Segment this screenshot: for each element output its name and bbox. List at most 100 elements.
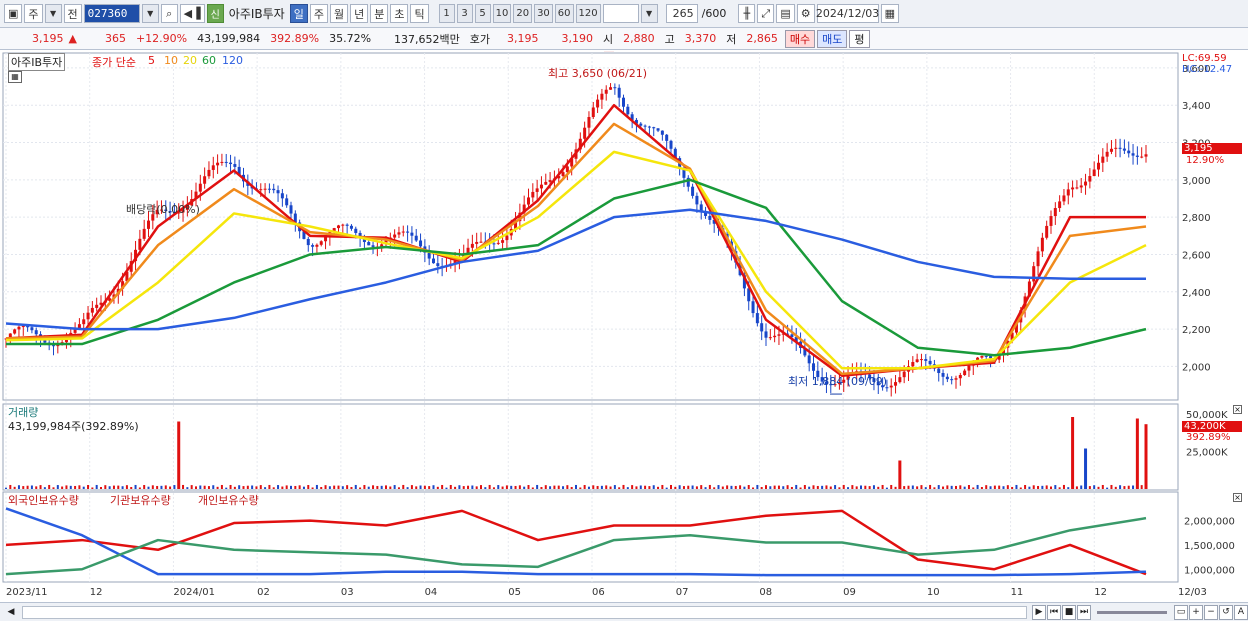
- font-icon[interactable]: A: [1234, 604, 1248, 620]
- legend-retail[interactable]: 개인보유수량: [198, 492, 259, 508]
- legend-ma5[interactable]: 5: [148, 54, 155, 67]
- volume-bar: [26, 485, 29, 489]
- calendar-icon[interactable]: ▦: [880, 4, 900, 23]
- line-tool-icon[interactable]: ⤢: [757, 4, 775, 23]
- prev-button[interactable]: 전: [63, 4, 82, 23]
- candle-body: [695, 195, 699, 205]
- legend-stock-name[interactable]: 아주IB투자: [8, 53, 66, 71]
- volume-tick-label: 50,000K: [1186, 410, 1228, 421]
- holding-tick-label: 1,000,000: [1184, 565, 1235, 576]
- time-tick-label: 05: [508, 587, 521, 598]
- chevron-down-icon[interactable]: ▼: [44, 4, 62, 23]
- trade-amount: 137,652백만: [394, 32, 460, 46]
- sell-button[interactable]: 매도: [817, 29, 848, 48]
- volume-bar: [1067, 487, 1070, 489]
- volume-bar: [743, 486, 746, 489]
- legend-inst[interactable]: 기관보유수량: [110, 492, 171, 508]
- eval-button[interactable]: 평: [849, 29, 870, 48]
- time-tick-label: 09: [843, 587, 856, 598]
- zoom-out-icon[interactable]: −: [1204, 604, 1218, 620]
- volume-bar: [207, 486, 210, 489]
- interval-1[interactable]: 1: [438, 4, 455, 23]
- chart-area[interactable]: 2,0002,2002,4002,6002,8003,0003,2003,400…: [0, 51, 1248, 602]
- interval-60[interactable]: 60: [554, 4, 574, 23]
- search-icon[interactable]: ⌕: [160, 4, 178, 23]
- candle-type-icon[interactable]: ╫: [738, 4, 756, 23]
- interval-3[interactable]: 3: [456, 4, 473, 23]
- period-month[interactable]: 월: [329, 4, 349, 23]
- speaker-icon[interactable]: ◀▐: [179, 4, 205, 23]
- period-week[interactable]: 주: [309, 4, 328, 23]
- interval-30[interactable]: 30: [534, 4, 553, 23]
- candle-body: [600, 93, 604, 100]
- zoom-in-icon[interactable]: +: [1189, 604, 1203, 620]
- price-tick-label: 3,400: [1182, 101, 1211, 112]
- legend-ma10[interactable]: 10: [164, 54, 178, 67]
- reset-icon[interactable]: ↺: [1219, 604, 1233, 620]
- legend-ma120[interactable]: 120: [222, 54, 243, 67]
- period-second[interactable]: 초: [390, 4, 409, 23]
- horizontal-scrollbar[interactable]: [22, 605, 1027, 619]
- volume-bar: [907, 485, 910, 489]
- last-icon[interactable]: ⏭: [1077, 604, 1091, 620]
- code-dropdown-icon[interactable]: ▼: [141, 4, 159, 23]
- table-icon[interactable]: ▦: [8, 71, 22, 83]
- period-day[interactable]: 일: [289, 4, 308, 23]
- volume-bar: [410, 485, 413, 489]
- volume-bar: [264, 487, 267, 489]
- volume-bar: [1097, 486, 1100, 489]
- turnover-pct: 35.72%: [329, 32, 372, 45]
- date-input[interactable]: 2024/12/03: [816, 4, 879, 23]
- legend-foreign[interactable]: 외국인보유수량: [8, 492, 79, 508]
- stop-icon[interactable]: ■: [1062, 604, 1076, 620]
- save-icon[interactable]: ▤: [776, 4, 795, 23]
- count-input[interactable]: 265: [665, 4, 698, 23]
- interval-5[interactable]: 5: [474, 4, 491, 23]
- zoom-rect-icon[interactable]: ▭: [1174, 604, 1188, 620]
- candle-body: [622, 97, 625, 107]
- interval-120[interactable]: 120: [575, 4, 601, 23]
- volume-bar: [1123, 486, 1126, 489]
- zoom-slider[interactable]: [1097, 610, 1167, 614]
- volume-bar: [436, 486, 439, 489]
- volume-bar: [514, 485, 517, 489]
- volume-bar: [1028, 486, 1031, 489]
- volume-bar: [337, 485, 340, 489]
- legend-ma20[interactable]: 20: [183, 54, 197, 67]
- legend-ma60[interactable]: 60: [202, 54, 216, 67]
- volume-close-icon[interactable]: ×: [1233, 405, 1242, 414]
- volume-bar: [294, 485, 297, 489]
- candle-body: [652, 127, 656, 129]
- volume-bar: [324, 485, 327, 489]
- stock-chart-svg[interactable]: 2,0002,2002,4002,6002,8003,0003,2003,400…: [0, 51, 1248, 602]
- volume-bar: [713, 487, 716, 489]
- scroll-left-icon[interactable]: ◀: [4, 605, 18, 620]
- candle-body: [1049, 216, 1053, 226]
- interval-custom-input[interactable]: [602, 4, 639, 23]
- market-select[interactable]: 주: [24, 4, 43, 23]
- buy-button[interactable]: 매수: [784, 29, 816, 48]
- volume-bar: [920, 485, 923, 489]
- interval-dropdown-icon[interactable]: ▼: [640, 4, 658, 23]
- period-year[interactable]: 년: [350, 4, 369, 23]
- period-tick[interactable]: 틱: [410, 4, 429, 23]
- gear-icon[interactable]: ⚙: [796, 4, 815, 23]
- window-menu-icon[interactable]: ▣: [4, 4, 23, 23]
- candle-body: [591, 107, 595, 118]
- interval-20[interactable]: 20: [513, 4, 533, 23]
- volume-bar: [268, 484, 271, 489]
- first-icon[interactable]: ⏮: [1047, 604, 1061, 620]
- chart-toolbar: ▣ 주 ▼ 전 027360 ▼ ⌕ ◀▐ 신 아주IB투자 일 주 월 년 분…: [0, 0, 1248, 28]
- period-minute[interactable]: 분: [370, 4, 389, 23]
- volume-bar: [259, 485, 262, 489]
- interval-10[interactable]: 10: [492, 4, 512, 23]
- holding-close-icon[interactable]: ×: [1233, 493, 1242, 502]
- candle-body: [401, 231, 405, 233]
- price-tick-label: 3,000: [1182, 176, 1211, 187]
- volume-bar: [600, 485, 603, 489]
- volume-bar: [976, 484, 979, 489]
- volume-bar: [35, 486, 38, 489]
- stock-code-input[interactable]: 027360: [83, 4, 140, 23]
- scroll-right-icon[interactable]: ▶: [1032, 604, 1046, 620]
- candle-body: [216, 162, 220, 166]
